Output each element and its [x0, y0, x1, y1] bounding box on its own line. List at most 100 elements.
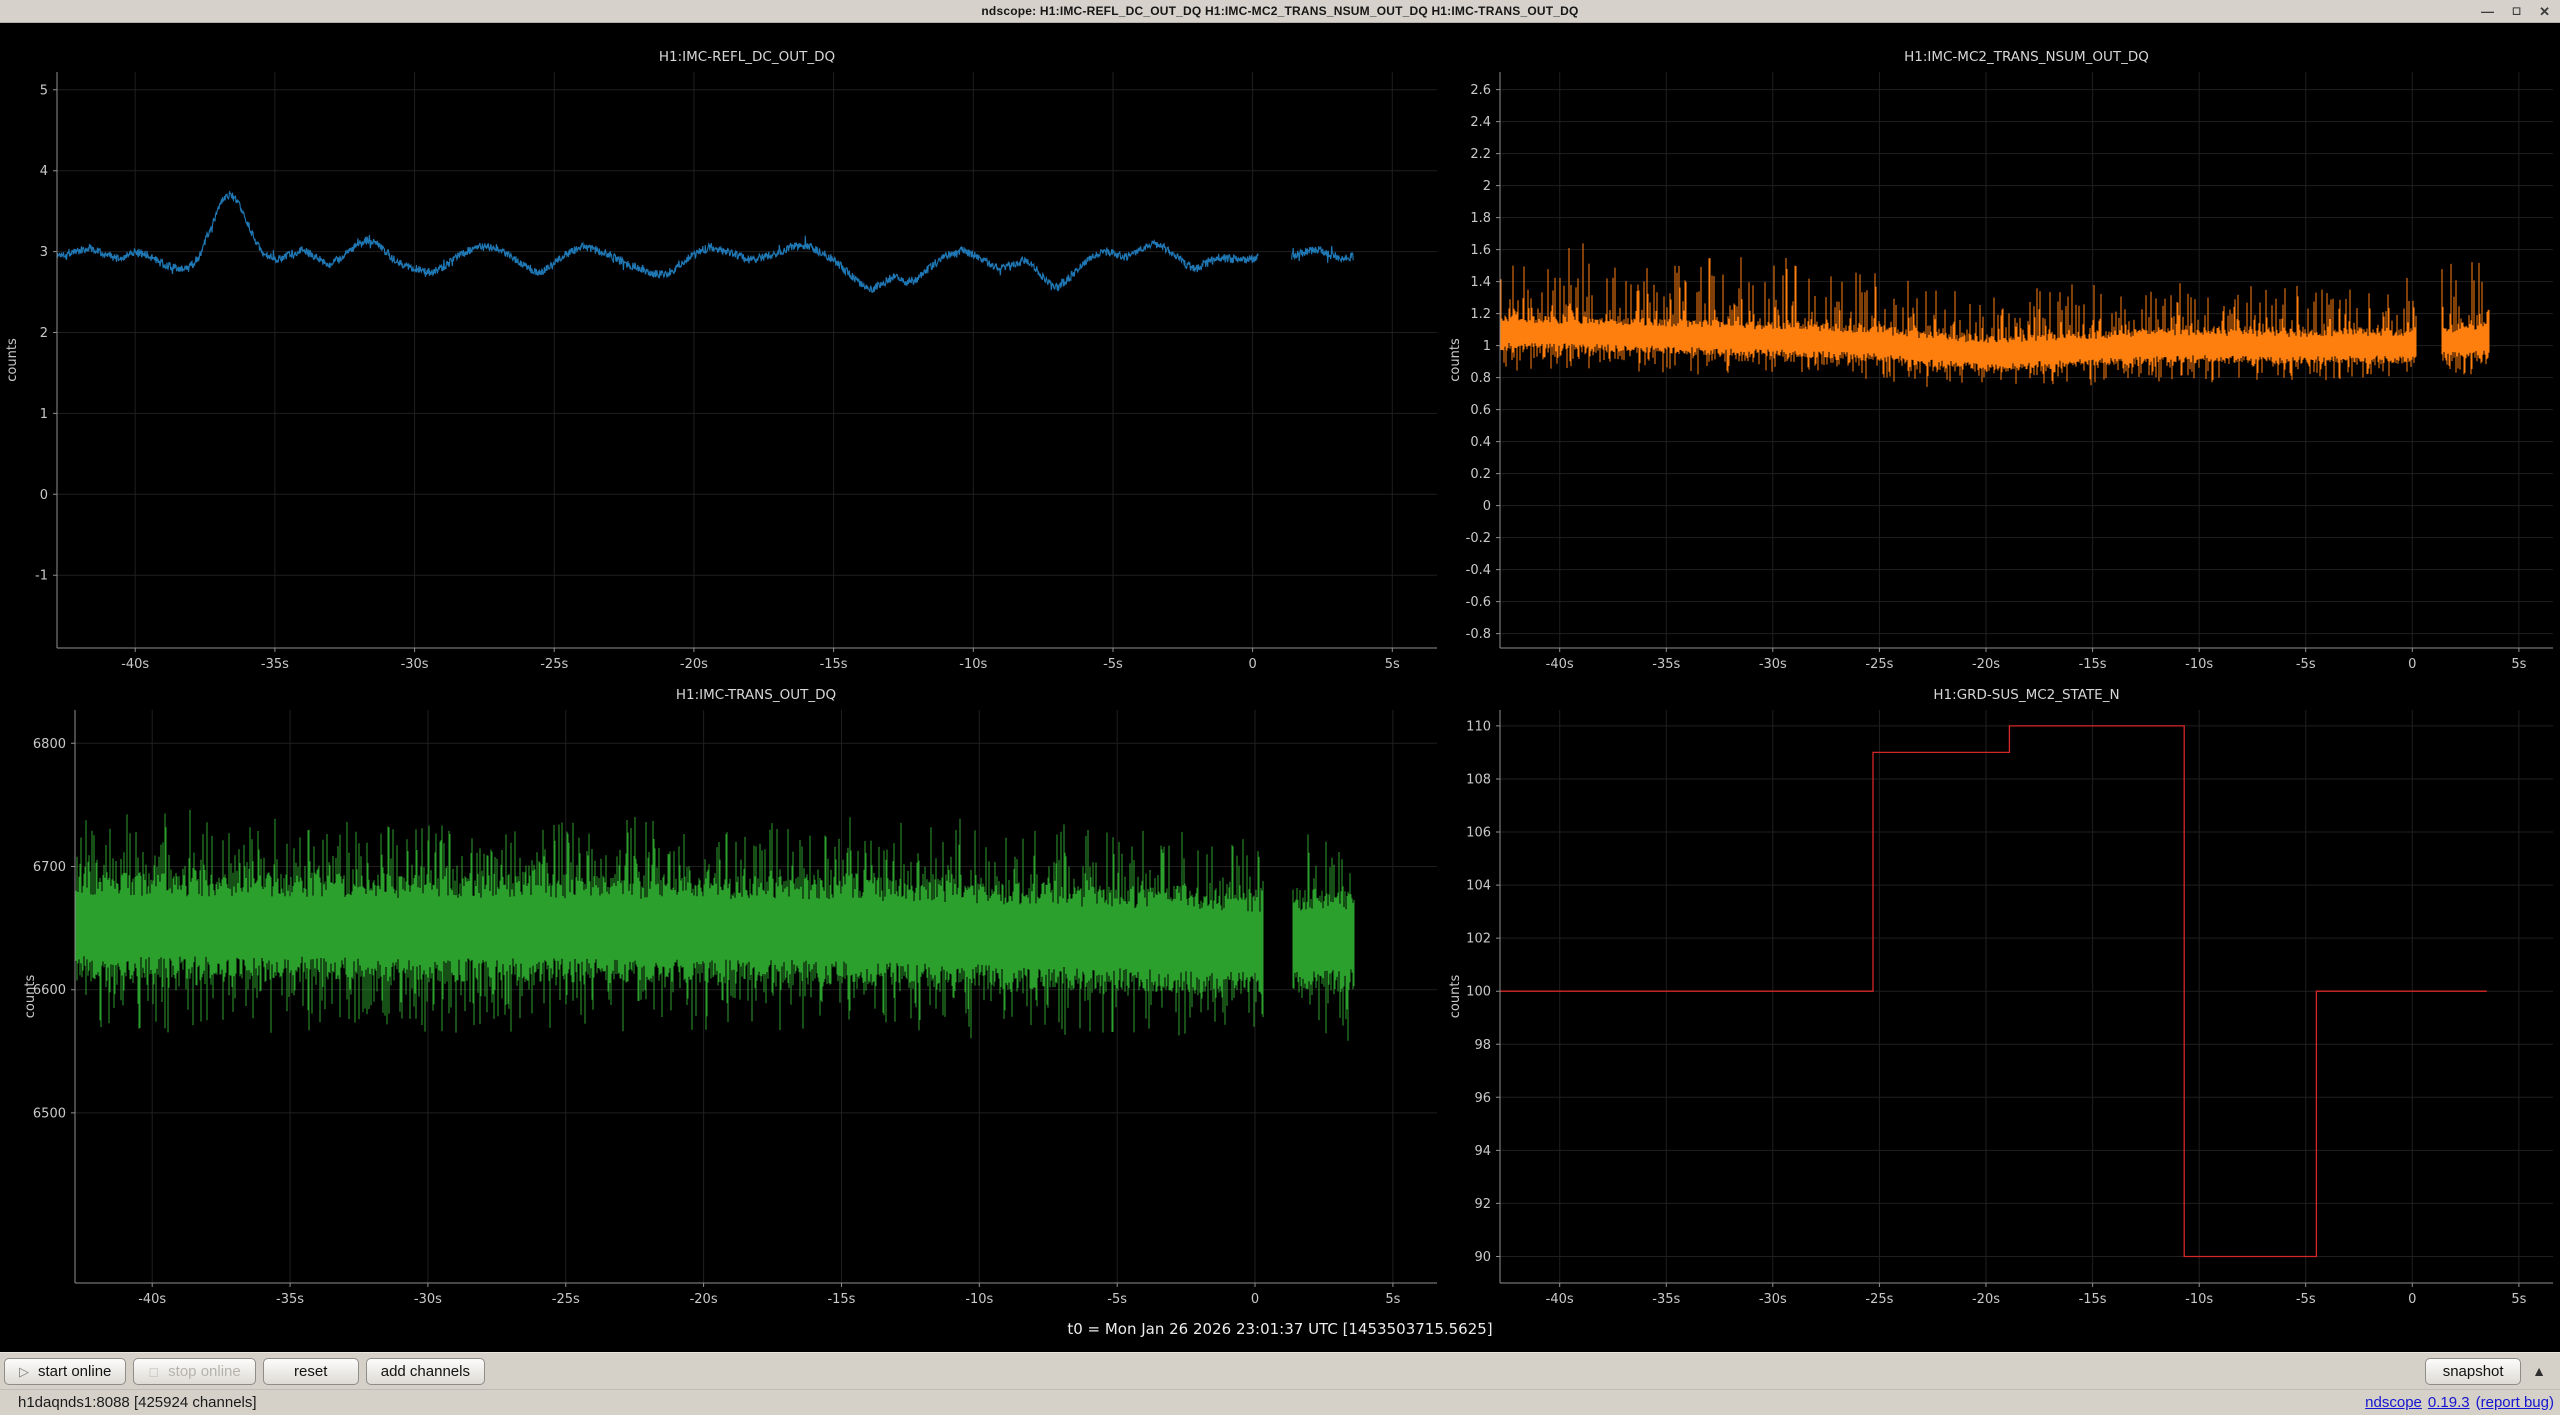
y-tick-label: 2.6 [1470, 83, 1491, 98]
stop-online-button[interactable]: ◻ stop online [133, 1358, 255, 1385]
y-tick-label: 110 [1466, 719, 1491, 734]
x-tick-label: -15s [2079, 657, 2107, 672]
x-tick-label: 5s [1385, 657, 1400, 672]
plot-grid-canvas[interactable]: -40s-35s-30s-25s-20s-15s-10s-5s05s-10123… [0, 23, 2560, 1352]
y-tick-label: 96 [1474, 1091, 1491, 1106]
y-tick-label: 92 [1474, 1197, 1491, 1212]
x-tick-label: -35s [261, 657, 289, 672]
trace-H1:IMC-TRANS_OUT_DQ [1293, 834, 1354, 1040]
plot-2[interactable]: -40s-35s-30s-25s-20s-15s-10s-5s05s-0.8-0… [1448, 49, 2553, 672]
x-tick-label: 5s [2511, 1292, 2526, 1307]
gridlines [1500, 710, 2553, 1283]
toolbar: ▷ start online ◻ stop online reset add c… [0, 1352, 2560, 1389]
ndscope-window: ndscope: H1:IMC-REFL_DC_OUT_DQ H1:IMC-MC… [0, 0, 2560, 1415]
x-tick-label: -10s [959, 657, 987, 672]
expand-panel-icon[interactable]: ▲ [2532, 1364, 2546, 1378]
y-tick-label: 0.4 [1470, 435, 1491, 450]
maximize-button[interactable]: ◻ [2512, 6, 2521, 17]
x-tick-label: -5s [1107, 1292, 1127, 1307]
y-axis-label: counts [5, 338, 20, 382]
x-tick-label: -15s [827, 1292, 855, 1307]
plot-3[interactable]: -40s-35s-30s-25s-20s-15s-10s-5s05s650066… [23, 687, 1437, 1307]
trace-H1:IMC-MC2_TRANS_NSUM_OUT_DQ [1500, 243, 2416, 387]
y-tick-label: 6800 [33, 737, 66, 752]
x-tick-label: -20s [690, 1292, 718, 1307]
y-tick-label: 98 [1474, 1038, 1491, 1053]
x-tick-label: -40s [1546, 657, 1574, 672]
plot-4[interactable]: -40s-35s-30s-25s-20s-15s-10s-5s05s909294… [1448, 687, 2553, 1307]
add-channels-button[interactable]: add channels [366, 1358, 485, 1385]
x-tick-label: -20s [680, 657, 708, 672]
trace-H1:IMC-REFL_DC_OUT_DQ [1292, 246, 1354, 263]
window-controls: — ◻ ✕ [2481, 0, 2550, 23]
x-tick-label: 5s [2511, 657, 2526, 672]
plot-title: H1:IMC-MC2_TRANS_NSUM_OUT_DQ [1904, 49, 2149, 65]
y-tick-label: 0.6 [1470, 403, 1491, 418]
y-tick-label: 1 [1483, 339, 1491, 354]
x-tick-label: -20s [1972, 657, 2000, 672]
y-tick-label: 0.8 [1470, 371, 1491, 386]
y-tick-label: -0.4 [1466, 563, 1491, 578]
start-online-label: start online [38, 1363, 111, 1380]
y-tick-label: 1.4 [1470, 275, 1491, 290]
y-tick-label: 104 [1466, 879, 1491, 894]
x-tick-label: 0 [2408, 657, 2416, 672]
x-tick-label: -25s [540, 657, 568, 672]
y-tick-label: -0.2 [1466, 531, 1491, 546]
add-channels-label: add channels [381, 1363, 470, 1380]
y-tick-label: 3 [40, 245, 48, 260]
x-tick-label: 0 [1251, 1292, 1259, 1307]
x-tick-label: 0 [2408, 1292, 2416, 1307]
y-tick-label: 1 [40, 407, 48, 422]
trace-H1:IMC-REFL_DC_OUT_DQ [57, 191, 1258, 292]
snapshot-label: snapshot [2443, 1363, 2504, 1380]
y-tick-label: 1.8 [1470, 211, 1491, 226]
y-tick-label: 2.2 [1470, 147, 1491, 162]
y-tick-label: -1 [35, 569, 48, 584]
axes [53, 72, 1437, 652]
y-tick-label: 108 [1466, 772, 1491, 787]
x-tick-label: -35s [1652, 657, 1680, 672]
snapshot-button[interactable]: snapshot [2425, 1358, 2521, 1385]
x-tick-label: 5s [1385, 1292, 1400, 1307]
y-tick-label: 6500 [33, 1106, 66, 1121]
y-tick-label: 4 [40, 164, 48, 179]
x-tick-label: -5s [1103, 657, 1123, 672]
paren-close: ) [2549, 1394, 2554, 1411]
trace-H1:IMC-TRANS_OUT_DQ [75, 810, 1263, 1038]
x-tick-label: -30s [414, 1292, 442, 1307]
y-tick-label: 90 [1474, 1250, 1491, 1265]
ndscope-link[interactable]: ndscope [2365, 1394, 2422, 1411]
x-tick-label: -30s [1759, 657, 1787, 672]
x-tick-label: -40s [1546, 1292, 1574, 1307]
y-tick-label: 100 [1466, 985, 1491, 1000]
x-tick-label: -20s [1972, 1292, 2000, 1307]
t0-label: t0 = Mon Jan 26 2026 23:01:37 UTC [14535… [0, 1320, 2560, 1338]
y-tick-label: 6700 [33, 860, 66, 875]
plot-title: H1:GRD-SUS_MC2_STATE_N [1933, 687, 2119, 703]
x-tick-label: -10s [965, 1292, 993, 1307]
reset-button[interactable]: reset [263, 1358, 359, 1385]
minimize-button[interactable]: — [2481, 5, 2494, 18]
plot-title: H1:IMC-REFL_DC_OUT_DQ [659, 49, 835, 65]
y-tick-label: 0 [40, 488, 48, 503]
start-online-button[interactable]: ▷ start online [4, 1358, 126, 1385]
y-axis-label: counts [1448, 338, 1463, 382]
x-tick-label: -40s [121, 657, 149, 672]
y-tick-label: 0.2 [1470, 467, 1491, 482]
x-tick-label: -35s [276, 1292, 304, 1307]
x-tick-label: -25s [552, 1292, 580, 1307]
plot-title: H1:IMC-TRANS_OUT_DQ [676, 687, 836, 703]
x-tick-label: -10s [2185, 1292, 2213, 1307]
x-tick-label: -25s [1865, 1292, 1893, 1307]
play-icon: ▷ [19, 1365, 29, 1378]
close-button[interactable]: ✕ [2539, 5, 2550, 18]
x-tick-label: -30s [401, 657, 429, 672]
gridlines [57, 72, 1437, 648]
plot-1[interactable]: -40s-35s-30s-25s-20s-15s-10s-5s05s-10123… [5, 49, 1437, 672]
stop-icon: ◻ [148, 1365, 159, 1378]
version-link[interactable]: 0.19.3 [2428, 1394, 2470, 1411]
report-bug-link[interactable]: report bug [2481, 1394, 2549, 1411]
x-tick-label: -5s [2296, 1292, 2316, 1307]
stop-online-label: stop online [168, 1363, 241, 1380]
